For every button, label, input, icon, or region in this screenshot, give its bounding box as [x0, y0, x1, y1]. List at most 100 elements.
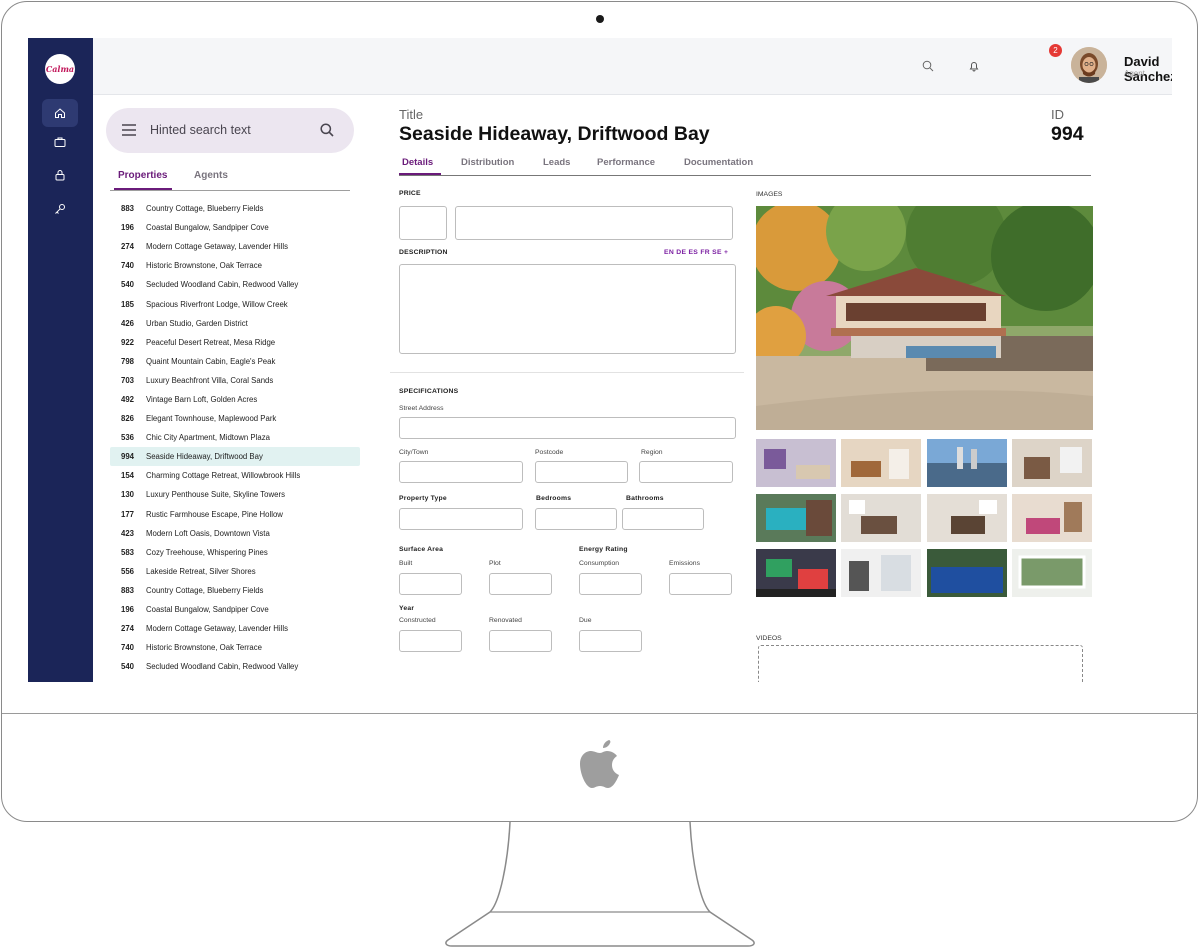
- list-item[interactable]: 177 Rustic Farmhouse Escape, Pine Hollow: [110, 505, 360, 524]
- search-icon[interactable]: [320, 123, 334, 137]
- list-item[interactable]: 826 Elegant Townhouse, Maplewood Park: [110, 409, 360, 428]
- photo-thumbnail[interactable]: [841, 494, 921, 542]
- thumbnail-image: [756, 549, 836, 597]
- top-search-button[interactable]: [919, 57, 937, 75]
- due-field[interactable]: [579, 630, 642, 652]
- tab-distribution[interactable]: Distribution: [461, 157, 514, 168]
- thumbnail-image: [756, 494, 836, 542]
- tab-performance[interactable]: Performance: [597, 157, 655, 168]
- bedrooms-field[interactable]: [535, 508, 617, 530]
- property-name: Luxury Penthouse Suite, Skyline Towers: [146, 490, 285, 500]
- list-item[interactable]: 583 Cozy Treehouse, Whispering Pines: [110, 543, 360, 562]
- built-label: Built: [399, 560, 413, 567]
- photo-thumbnail[interactable]: [841, 439, 921, 487]
- bathrooms-field[interactable]: [622, 508, 704, 530]
- list-item[interactable]: 883 Country Cottage, Blueberry Fields: [110, 199, 360, 218]
- thumbnail-image: [927, 439, 1007, 487]
- video-upload-area[interactable]: [758, 645, 1083, 682]
- list-item[interactable]: 798 Quaint Mountain Cabin, Eagle's Peak: [110, 352, 360, 371]
- list-item[interactable]: 423 Modern Loft Oasis, Downtown Vista: [110, 524, 360, 543]
- list-item[interactable]: 883 Country Cottage, Blueberry Fields: [110, 581, 360, 600]
- lock-nav-button[interactable]: [42, 161, 78, 189]
- thumbnail-image: [1012, 439, 1092, 487]
- city-field[interactable]: [399, 461, 523, 483]
- built-field[interactable]: [399, 573, 462, 595]
- tab-details-indicator: [399, 173, 441, 175]
- year-label: Year: [399, 605, 415, 612]
- main-property-photo[interactable]: [756, 206, 1093, 430]
- plot-field[interactable]: [489, 573, 552, 595]
- search-input[interactable]: Hinted search text: [150, 123, 251, 137]
- tab-properties[interactable]: Properties: [118, 170, 167, 181]
- tab-leads[interactable]: Leads: [543, 157, 570, 168]
- tab-agents[interactable]: Agents: [194, 170, 228, 181]
- camera: [596, 15, 604, 23]
- list-item[interactable]: 492 Vintage Barn Loft, Golden Acres: [110, 390, 360, 409]
- photo-thumbnail[interactable]: [1012, 439, 1092, 487]
- photo-thumbnail[interactable]: [756, 549, 836, 597]
- list-item-selected[interactable]: 994 Seaside Hideaway, Driftwood Bay: [110, 447, 360, 467]
- hamburger-menu-icon[interactable]: [122, 124, 136, 136]
- briefcase-nav-button[interactable]: [42, 128, 78, 156]
- list-item[interactable]: 556 Lakeside Retreat, Silver Shores: [110, 562, 360, 581]
- property-id: 740: [121, 643, 135, 653]
- street-address-field[interactable]: [399, 417, 736, 439]
- price-field[interactable]: [455, 206, 733, 240]
- property-name: Vintage Barn Loft, Golden Acres: [146, 394, 258, 404]
- home-icon: [55, 108, 65, 118]
- list-item[interactable]: 154 Charming Cottage Retreat, Willowbrook…: [110, 466, 360, 485]
- property-type-field[interactable]: [399, 508, 523, 530]
- property-id: 826: [121, 414, 135, 424]
- property-name: Historic Brownstone, Oak Terrace: [146, 643, 262, 653]
- list-item[interactable]: 274 Modern Cottage Getaway, Lavender Hill…: [110, 619, 360, 638]
- property-id: 922: [121, 337, 135, 347]
- home-nav-button[interactable]: [42, 99, 78, 127]
- photo-thumbnail[interactable]: [756, 439, 836, 487]
- postcode-field[interactable]: [535, 461, 628, 483]
- photo-thumbnail[interactable]: [927, 549, 1007, 597]
- tab-details[interactable]: Details: [402, 157, 433, 168]
- description-field[interactable]: [399, 264, 736, 354]
- property-name: Country Cottage, Blueberry Fields: [146, 585, 264, 595]
- photo-thumbnail[interactable]: [1012, 494, 1092, 542]
- list-item[interactable]: 740 Historic Brownstone, Oak Terrace: [110, 638, 360, 657]
- photo-thumbnail[interactable]: [841, 549, 921, 597]
- constructed-field[interactable]: [399, 630, 462, 652]
- property-search-bar[interactable]: Hinted search text: [106, 108, 354, 153]
- renovated-field[interactable]: [489, 630, 552, 652]
- emissions-field[interactable]: [669, 573, 732, 595]
- property-id: 536: [121, 433, 135, 443]
- photo-thumbnail[interactable]: [927, 439, 1007, 487]
- list-item[interactable]: 196 Coastal Bungalow, Sandpiper Cove: [110, 600, 360, 619]
- photo-thumbnail[interactable]: [756, 494, 836, 542]
- region-field[interactable]: [639, 461, 733, 483]
- avatar-portrait: [1071, 47, 1107, 83]
- street-address-label: Street Address: [399, 405, 444, 412]
- property-name: Charming Cottage Retreat, Willowbrook Hi…: [146, 471, 301, 481]
- list-item[interactable]: 185 Spacious Riverfront Lodge, Willow Cre…: [110, 294, 360, 313]
- consumption-field[interactable]: [579, 573, 642, 595]
- list-item[interactable]: 922 Peaceful Desert Retreat, Mesa Ridge: [110, 333, 360, 352]
- property-id: 883: [121, 585, 135, 595]
- list-item[interactable]: 274 Modern Cottage Getaway, Lavender Hill…: [110, 237, 360, 256]
- list-item[interactable]: 196 Coastal Bungalow, Sandpiper Cove: [110, 218, 360, 237]
- tab-documentation[interactable]: Documentation: [684, 157, 753, 168]
- property-id: 556: [121, 566, 135, 576]
- photo-thumbnail[interactable]: [1012, 549, 1092, 597]
- list-item[interactable]: 703 Luxury Beachfront Villa, Coral Sands: [110, 371, 360, 390]
- language-selector[interactable]: EN DE ES FR SE +: [664, 249, 728, 256]
- photo-thumbnail[interactable]: [927, 494, 1007, 542]
- key-nav-button[interactable]: [42, 195, 78, 223]
- property-list: 883 Country Cottage, Blueberry Fields 196 C…: [110, 199, 360, 676]
- avatar[interactable]: [1071, 47, 1107, 83]
- list-item[interactable]: 426 Urban Studio, Garden District: [110, 314, 360, 333]
- list-item[interactable]: 540 Secluded Woodland Cabin, Redwood Vall…: [110, 657, 360, 676]
- list-item[interactable]: 536 Chic City Apartment, Midtown Plaza: [110, 428, 360, 447]
- currency-field[interactable]: [399, 206, 447, 240]
- property-id: 492: [121, 394, 135, 404]
- list-item[interactable]: 740 Historic Brownstone, Oak Terrace: [110, 256, 360, 275]
- list-item[interactable]: 540 Secluded Woodland Cabin, Redwood Vall…: [110, 275, 360, 294]
- list-item[interactable]: 130 Luxury Penthouse Suite, Skyline Tower…: [110, 485, 360, 504]
- app-logo[interactable]: Calma: [45, 54, 75, 84]
- notifications-button[interactable]: [965, 57, 983, 75]
